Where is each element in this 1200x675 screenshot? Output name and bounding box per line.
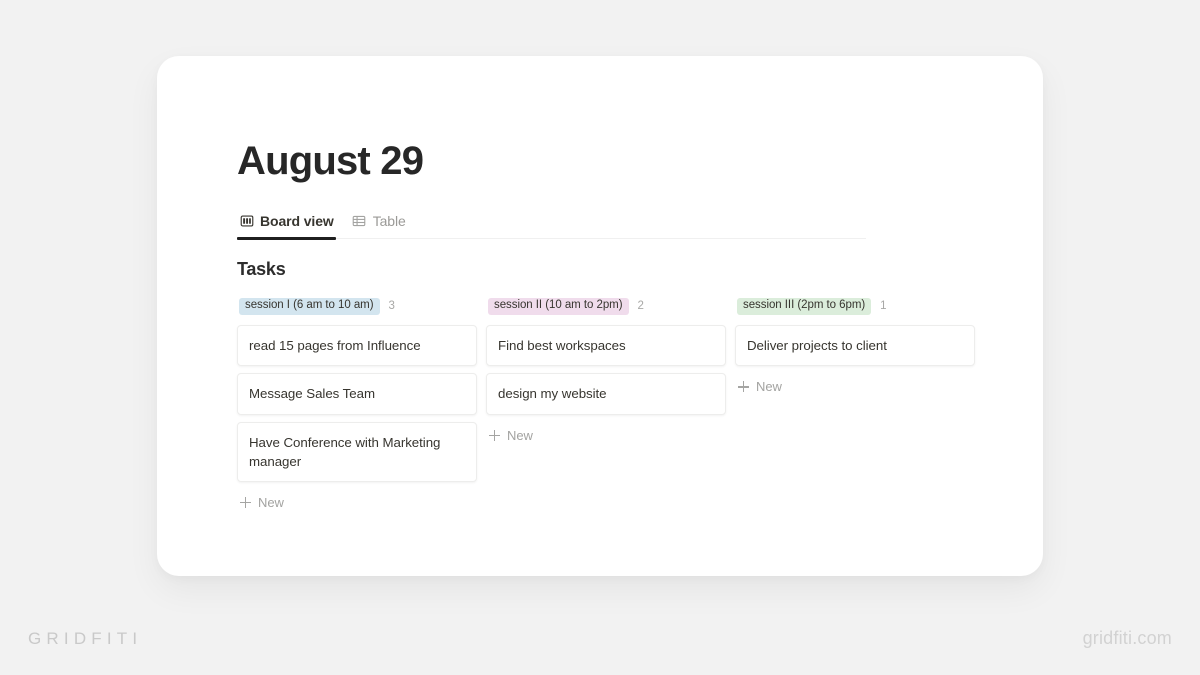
page-content: August 29 Board view Table Tasks session…: [237, 139, 1023, 516]
column-header: session I (6 am to 10 am) 3: [237, 297, 477, 315]
table-icon: [352, 214, 367, 229]
task-card[interactable]: Deliver projects to client: [735, 325, 975, 367]
board-view-icon: [239, 214, 254, 229]
task-card-title: Deliver projects to client: [747, 338, 887, 354]
task-card[interactable]: read 15 pages from Influence: [237, 325, 477, 367]
status-badge[interactable]: session II (10 am to 2pm): [488, 297, 629, 315]
view-tabs: Board view Table: [237, 213, 866, 240]
status-badge[interactable]: session I (6 am to 10 am): [239, 297, 380, 315]
task-card-title: design my website: [498, 386, 607, 402]
board-column-session-2: session II (10 am to 2pm) 2 Find best wo…: [486, 297, 726, 516]
notion-page-panel: August 29 Board view Table Tasks session…: [157, 56, 1043, 576]
plus-icon: [240, 497, 251, 509]
plus-icon: [738, 381, 749, 393]
gridfiti-watermark-right: gridfiti.com: [1082, 628, 1172, 648]
task-card-title: Find best workspaces: [498, 338, 626, 354]
view-tabs-bar: Board view Table: [237, 213, 866, 240]
add-new-card-label: New: [258, 495, 284, 511]
add-new-card-button[interactable]: New: [237, 489, 477, 516]
tab-table-label: Table: [372, 213, 406, 230]
add-new-card-button[interactable]: New: [486, 422, 726, 449]
card-count: 1: [880, 300, 887, 313]
board-columns: session I (6 am to 10 am) 3 read 15 page…: [237, 297, 1023, 516]
task-card[interactable]: design my website: [486, 373, 726, 415]
column-header: session III (2pm to 6pm) 1: [735, 297, 975, 315]
plus-icon: [489, 429, 500, 441]
task-card-title: Message Sales Team: [249, 386, 375, 402]
card-count: 3: [388, 300, 395, 313]
tab-board-view[interactable]: Board view: [237, 213, 336, 240]
status-badge[interactable]: session III (2pm to 6pm): [737, 297, 872, 315]
page-title: August 29: [237, 139, 424, 183]
board-column-session-1: session I (6 am to 10 am) 3 read 15 page…: [237, 297, 477, 516]
task-card-title: read 15 pages from Influence: [249, 338, 421, 354]
column-header: session II (10 am to 2pm) 2: [486, 297, 726, 315]
task-card[interactable]: Find best workspaces: [486, 325, 726, 367]
task-card[interactable]: Message Sales Team: [237, 373, 477, 415]
card-count: 2: [637, 300, 644, 313]
task-card-title: Have Conference with Marketing manager: [249, 434, 441, 469]
add-new-card-button[interactable]: New: [735, 373, 975, 400]
task-card[interactable]: Have Conference with Marketing manager: [237, 421, 477, 483]
board-heading: Tasks: [237, 259, 286, 280]
tab-table[interactable]: Table: [350, 213, 408, 238]
add-new-card-label: New: [507, 427, 533, 443]
tab-board-view-label: Board view: [260, 213, 334, 230]
add-new-card-label: New: [756, 379, 782, 395]
board-column-session-3: session III (2pm to 6pm) 1 Deliver proje…: [735, 297, 975, 516]
gridfiti-watermark-left: GRIDFITI: [28, 629, 143, 648]
